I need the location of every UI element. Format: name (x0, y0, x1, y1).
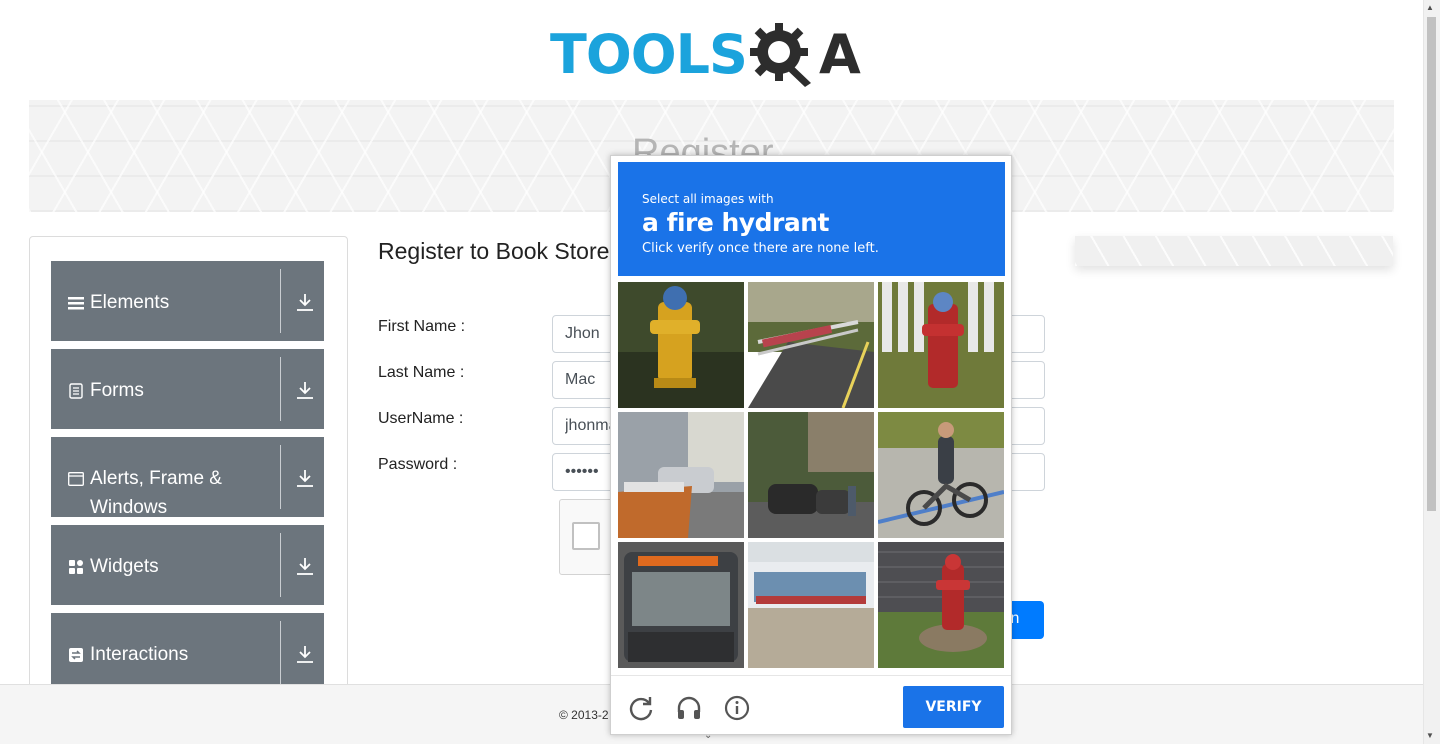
scroll-down-arrow-icon[interactable]: ▼ (1426, 731, 1434, 740)
tile-red-hydrant-fence[interactable] (878, 282, 1004, 408)
document-icon (69, 383, 83, 399)
sidebar-item-label: Interactions (90, 644, 189, 665)
first-name-label: First Name : (378, 318, 466, 335)
sidebar-item-interactions[interactable]: Interactions (51, 613, 324, 693)
captcha-challenge-dialog: Select all images with a fire hydrant Cl… (610, 155, 1012, 735)
headphones-icon[interactable] (675, 694, 703, 722)
hamburger-icon (68, 297, 84, 310)
divider (280, 357, 281, 421)
tile-yellow-hydrant[interactable] (618, 282, 744, 408)
footer-copyright: © 2013-2 (559, 708, 609, 722)
captcha-instruction: Click verify once there are none left. (642, 241, 879, 256)
sidebar-item-elements[interactable]: Elements (51, 261, 324, 341)
download-icon[interactable] (296, 468, 314, 488)
sidebar-item-label: Alerts, Frame & Windows (90, 468, 222, 518)
scroll-up-arrow-icon[interactable]: ▲ (1426, 3, 1434, 12)
sidebar-item-label: Elements (90, 292, 170, 313)
verify-button[interactable]: VERIFY (903, 686, 1004, 728)
toolsqa-logo[interactable]: TOOLS A (550, 14, 880, 94)
gear-logo-icon (749, 23, 811, 87)
logo-suffix: A (818, 22, 861, 86)
divider (280, 269, 281, 333)
sidebar-item-label: Widgets (90, 556, 159, 577)
download-icon[interactable] (296, 644, 314, 664)
download-icon[interactable] (296, 380, 314, 400)
info-icon[interactable] (723, 694, 751, 722)
divider (280, 621, 281, 685)
username-label: UserName : (378, 410, 464, 427)
captcha-target: a fire hydrant (642, 208, 829, 237)
password-label: Password : (378, 456, 458, 473)
tile-storefront[interactable] (748, 542, 874, 668)
logo-text: TOOLS (550, 22, 748, 86)
tile-cyclist[interactable] (878, 412, 1004, 538)
separator (611, 675, 1011, 676)
divider (280, 533, 281, 597)
sidebar-item-widgets[interactable]: Widgets (51, 525, 324, 605)
recaptcha-checkbox[interactable] (572, 522, 600, 550)
tile-street-cars[interactable] (748, 412, 874, 538)
window-icon (68, 472, 84, 486)
tile-bus[interactable] (618, 542, 744, 668)
widgets-icon (69, 560, 83, 574)
sidebar-item-alerts-frame-windows[interactable]: Alerts, Frame & Windows (51, 437, 324, 518)
captcha-prompt-header: Select all images with a fire hydrant Cl… (618, 162, 1005, 276)
sidebar: Elements Forms Alerts, Frame & Windows W… (29, 236, 348, 696)
sidebar-item-label: Forms (90, 380, 144, 401)
last-name-label: Last Name : (378, 364, 465, 381)
page: TOOLS A Register Elements Forms Alerts, … (0, 0, 1440, 744)
tile-red-hydrant-wall[interactable] (878, 542, 1004, 668)
ad-banner[interactable] (1075, 236, 1393, 266)
tile-street-dumpster[interactable] (618, 412, 744, 538)
scrollbar-thumb[interactable] (1427, 17, 1436, 511)
sidebar-item-forms[interactable]: Forms (51, 349, 324, 429)
captcha-prompt: Select all images with (642, 192, 774, 206)
form-title: Register to Book Store (378, 238, 610, 264)
download-icon[interactable] (296, 292, 314, 312)
tile-road-barrier[interactable] (748, 282, 874, 408)
download-icon[interactable] (296, 556, 314, 576)
divider (280, 445, 281, 509)
interactions-icon (69, 648, 83, 662)
refresh-icon[interactable] (627, 694, 655, 722)
